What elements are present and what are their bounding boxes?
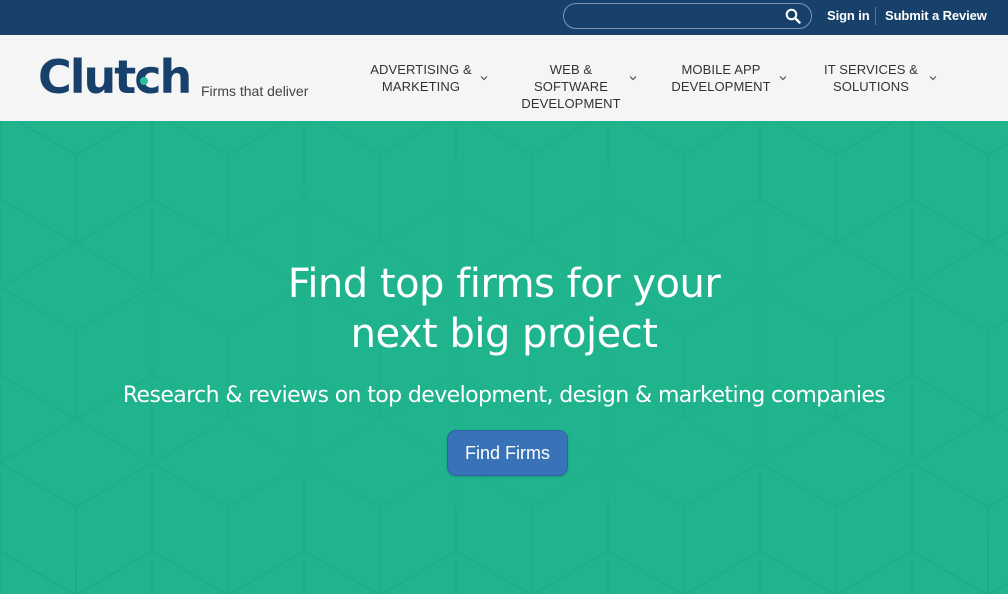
search-box[interactable] [563, 3, 812, 29]
nav-label-line1: ADVERTISING & [370, 62, 472, 77]
chevron-down-icon [929, 76, 937, 81]
clutch-logo[interactable]: Clutch [38, 49, 192, 105]
hero-title-line1: Find top firms for your [287, 261, 721, 307]
find-firms-button[interactable]: Find Firms [447, 430, 568, 476]
nav-it-services-solutions[interactable]: IT SERVICES & SOLUTIONS [822, 61, 946, 97]
top-utility-bar: Sign in Submit a Review [0, 0, 1008, 35]
top-divider [875, 7, 876, 25]
chevron-down-icon [629, 76, 637, 81]
hero-subtitle: Research & reviews on top development, d… [122, 383, 886, 408]
hero-title-line2: next big project [350, 311, 658, 357]
submit-review-link[interactable]: Submit a Review [885, 8, 987, 23]
nav-mobile-app-development[interactable]: MOBILE APP DEVELOPMENT [669, 61, 793, 97]
search-icon[interactable] [785, 8, 801, 24]
nav-label-line2: DEVELOPMENT [521, 96, 621, 111]
tagline: Firms that deliver [201, 83, 309, 99]
nav-label-line1: WEB & SOFTWARE [534, 62, 608, 94]
chevron-down-icon [480, 76, 488, 81]
hero-section: Find top firms for your next big project… [0, 121, 1008, 594]
nav-advertising-marketing[interactable]: ADVERTISING & MARKETING [370, 61, 490, 97]
nav-label-line1: MOBILE APP [681, 62, 761, 77]
nav-web-software-development[interactable]: WEB & SOFTWARE DEVELOPMENT [513, 61, 641, 111]
search-input[interactable] [576, 7, 781, 25]
sign-in-link[interactable]: Sign in [827, 8, 870, 23]
logo-accent-dot [140, 77, 148, 85]
site-header: Clutch Firms that deliver ADVERTISING & … [0, 35, 1008, 121]
chevron-down-icon [779, 76, 787, 81]
nav-label-line1: IT SERVICES & [823, 62, 919, 77]
hero-title: Find top firms for your next big project [0, 259, 1008, 359]
nav-label-line2: DEVELOPMENT [671, 79, 771, 94]
nav-label-line2: MARKETING [381, 79, 461, 94]
nav-label-line2: SOLUTIONS [832, 79, 910, 94]
